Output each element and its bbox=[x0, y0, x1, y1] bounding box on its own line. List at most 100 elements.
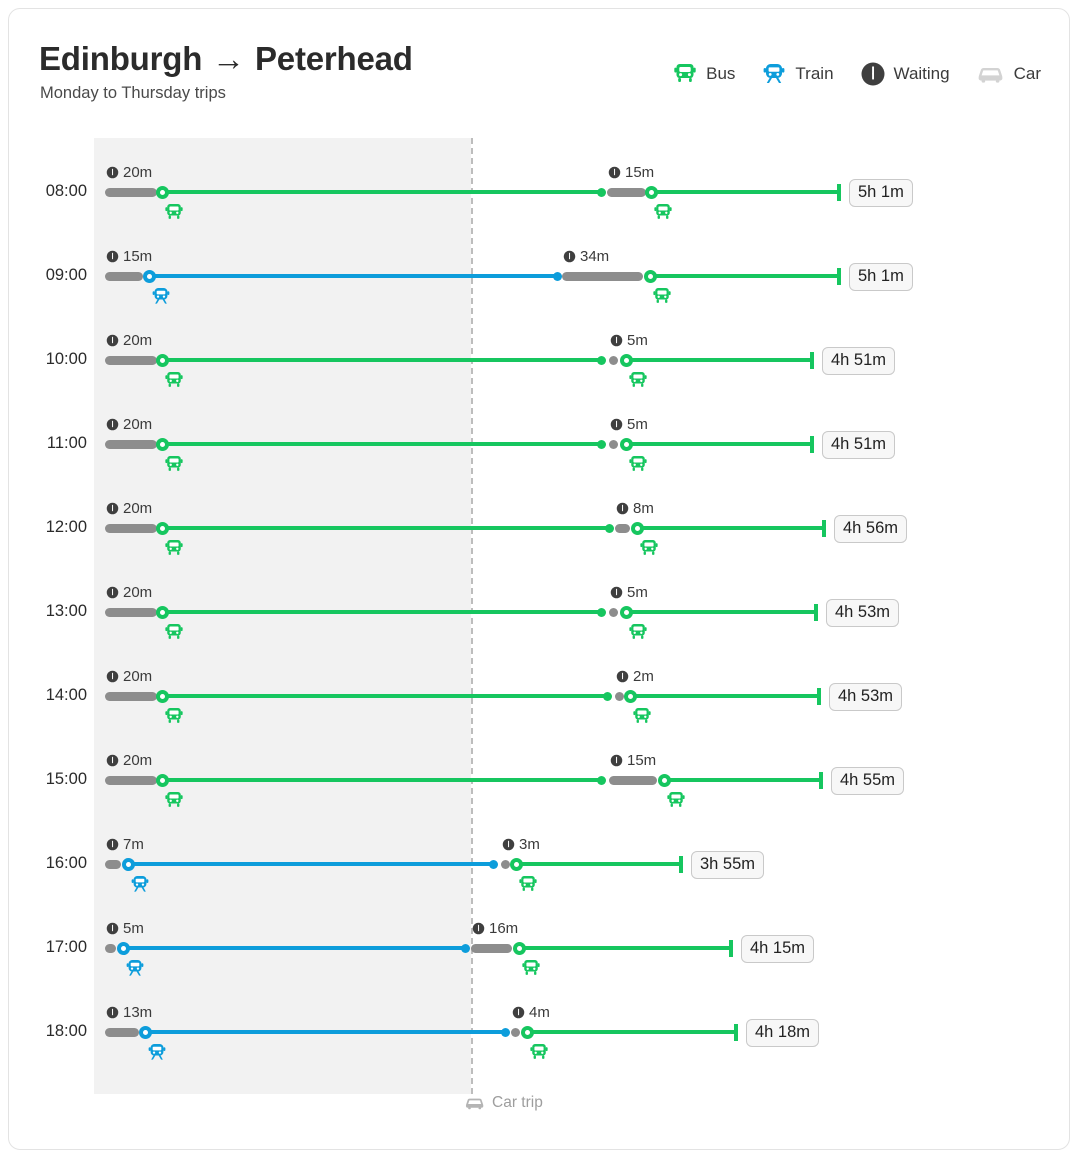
clock-icon bbox=[106, 502, 119, 515]
clock-icon bbox=[106, 166, 119, 179]
leg-start-marker bbox=[510, 857, 523, 871]
wait-segment[interactable] bbox=[105, 271, 143, 281]
bus-icon bbox=[627, 370, 649, 391]
bus-leg[interactable] bbox=[625, 610, 816, 614]
wait-duration-tag: 2m bbox=[616, 668, 654, 685]
clock-icon bbox=[106, 586, 119, 599]
bus-leg[interactable] bbox=[650, 190, 839, 194]
wait-segment[interactable] bbox=[609, 775, 657, 785]
wait-segment[interactable] bbox=[501, 859, 510, 869]
trip-end-marker bbox=[819, 771, 823, 789]
wait-duration-tag: 16m bbox=[472, 920, 518, 937]
timeline-row[interactable]: 16:00 7m 3m 3h 55m bbox=[9, 830, 1069, 914]
bus-leg[interactable] bbox=[161, 778, 601, 782]
wait-segment[interactable] bbox=[607, 187, 646, 197]
leg-start-marker bbox=[117, 941, 130, 955]
wait-segment[interactable] bbox=[105, 775, 157, 785]
wait-segment[interactable] bbox=[105, 1027, 139, 1037]
wait-duration-tag: 3m bbox=[502, 836, 540, 853]
wait-segment[interactable] bbox=[609, 355, 618, 365]
wait-segment[interactable] bbox=[105, 691, 157, 701]
clock-icon bbox=[610, 418, 623, 431]
train-leg[interactable] bbox=[127, 862, 493, 866]
bus-leg[interactable] bbox=[161, 610, 601, 614]
wait-segment[interactable] bbox=[609, 607, 618, 617]
clock-icon bbox=[106, 754, 119, 767]
bus-leg[interactable] bbox=[663, 778, 821, 782]
train-leg[interactable] bbox=[144, 1030, 505, 1034]
timeline-row[interactable]: 18:00 13m 4m 4h 18m bbox=[9, 998, 1069, 1082]
wait-duration-text: 5m bbox=[123, 920, 144, 937]
wait-segment[interactable] bbox=[105, 523, 157, 533]
timeline-row[interactable]: 10:00 20m 5m 4h 51m bbox=[9, 326, 1069, 410]
bus-leg[interactable] bbox=[526, 1030, 736, 1034]
timeline-row[interactable]: 14:00 20m 2m 4h 53m bbox=[9, 662, 1069, 746]
wait-segment[interactable] bbox=[609, 439, 618, 449]
bus-leg[interactable] bbox=[161, 442, 601, 446]
wait-duration-tag: 15m bbox=[106, 248, 152, 265]
leg-end-marker bbox=[597, 439, 606, 449]
timeline-row[interactable]: 13:00 20m 5m 4h 53m bbox=[9, 578, 1069, 662]
wait-segment[interactable] bbox=[105, 355, 157, 365]
car-trip-label: Car trip bbox=[464, 1094, 543, 1112]
wait-duration-text: 20m bbox=[123, 752, 153, 769]
bus-leg[interactable] bbox=[161, 190, 601, 194]
bus-leg[interactable] bbox=[161, 358, 601, 362]
bus-leg[interactable] bbox=[629, 694, 819, 698]
wait-duration-text: 20m bbox=[123, 668, 153, 685]
wait-duration-tag: 15m bbox=[608, 164, 654, 181]
timeline-row[interactable]: 17:00 5m 16m 4h 15m bbox=[9, 914, 1069, 998]
train-icon bbox=[129, 874, 151, 895]
clock-icon bbox=[106, 1006, 119, 1019]
train-icon bbox=[150, 286, 172, 307]
wait-duration-text: 20m bbox=[123, 584, 153, 601]
row-time-label: 18:00 bbox=[45, 1022, 87, 1040]
timeline-row[interactable]: 11:00 20m 5m 4h 51m bbox=[9, 410, 1069, 494]
wait-segment[interactable] bbox=[615, 523, 630, 533]
clock-icon bbox=[106, 418, 119, 431]
wait-segment[interactable] bbox=[105, 439, 157, 449]
wait-segment[interactable] bbox=[105, 943, 116, 953]
bus-leg[interactable] bbox=[161, 526, 609, 530]
wait-segment[interactable] bbox=[105, 607, 157, 617]
wait-segment[interactable] bbox=[471, 943, 512, 953]
wait-segment[interactable] bbox=[511, 1027, 520, 1037]
leg-start-marker bbox=[624, 689, 637, 703]
timeline-row[interactable]: 15:00 20m 15m 4h 55m bbox=[9, 746, 1069, 830]
leg-start-marker bbox=[658, 773, 671, 787]
leg-start-marker bbox=[156, 521, 169, 535]
clock-icon bbox=[472, 922, 485, 935]
timeline-row[interactable]: 08:00 20m 15m 5h 1m bbox=[9, 158, 1069, 242]
bus-icon bbox=[517, 874, 539, 895]
clock-icon bbox=[616, 502, 629, 515]
timeline-row[interactable]: 12:00 20m 8m 4h 56m bbox=[9, 494, 1069, 578]
train-leg[interactable] bbox=[122, 946, 465, 950]
timeline-row[interactable]: 09:00 15m 34m 5h 1m bbox=[9, 242, 1069, 326]
clock-icon bbox=[502, 838, 515, 851]
wait-duration-tag: 20m bbox=[106, 164, 152, 181]
leg-start-marker bbox=[620, 605, 633, 619]
bus-icon bbox=[651, 286, 673, 307]
bus-leg[interactable] bbox=[649, 274, 839, 278]
bus-leg[interactable] bbox=[625, 442, 812, 446]
bus-leg[interactable] bbox=[518, 946, 731, 950]
bus-leg[interactable] bbox=[161, 694, 607, 698]
clock-icon bbox=[610, 334, 623, 347]
leg-end-marker bbox=[597, 775, 606, 785]
leg-end-marker bbox=[597, 187, 606, 197]
wait-segment[interactable] bbox=[615, 691, 624, 701]
car-icon bbox=[464, 1095, 486, 1111]
wait-segment[interactable] bbox=[105, 187, 157, 197]
clock-icon bbox=[106, 334, 119, 347]
wait-duration-text: 8m bbox=[633, 500, 654, 517]
train-leg[interactable] bbox=[148, 274, 557, 278]
wait-duration-text: 3m bbox=[519, 836, 540, 853]
bus-icon bbox=[520, 958, 542, 979]
bus-leg[interactable] bbox=[625, 358, 812, 362]
wait-duration-tag: 20m bbox=[106, 500, 152, 517]
bus-leg[interactable] bbox=[515, 862, 681, 866]
bus-leg[interactable] bbox=[636, 526, 824, 530]
wait-segment[interactable] bbox=[105, 859, 121, 869]
total-duration-badge: 4h 55m bbox=[831, 767, 905, 795]
wait-segment[interactable] bbox=[562, 271, 643, 281]
